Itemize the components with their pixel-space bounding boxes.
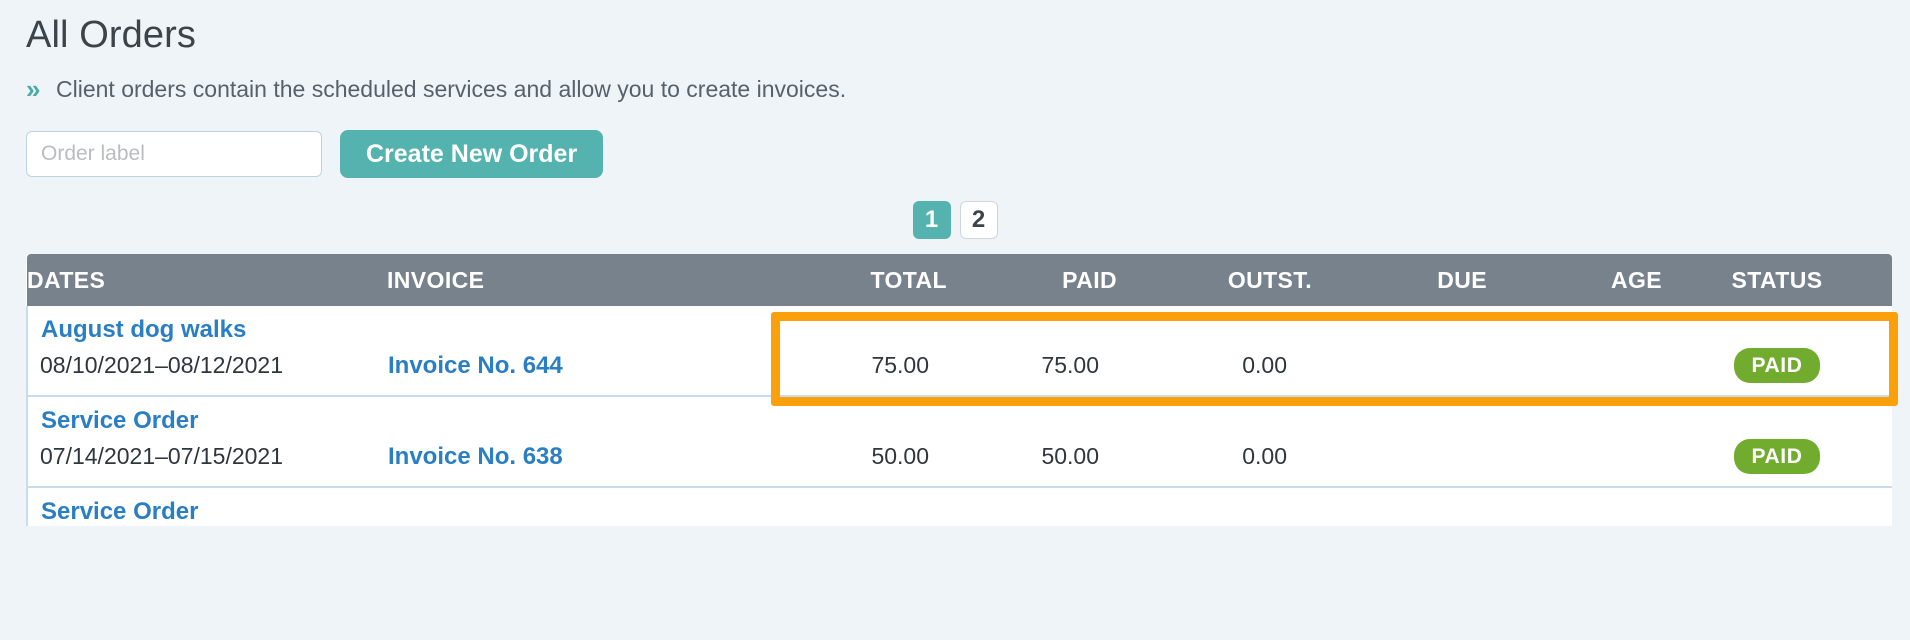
orders-table-body: August dog walks 08/10/2021–08/12/2021 I…	[26, 306, 1892, 526]
table-row-title: Service Order	[26, 396, 1892, 435]
orders-table-container: DATES INVOICE TOTAL PAID OUTST. DUE AGE …	[26, 254, 1898, 526]
cell-due	[1312, 344, 1487, 397]
pagination-page-2[interactable]: 2	[959, 201, 998, 239]
order-title-spacer	[777, 396, 1892, 435]
order-title-cell: August dog walks	[26, 306, 777, 344]
column-header-age[interactable]: AGE	[1487, 254, 1662, 306]
column-header-dates[interactable]: DATES	[27, 254, 387, 306]
table-header-row: DATES INVOICE TOTAL PAID OUTST. DUE AGE …	[27, 254, 1892, 306]
cell-age	[1487, 435, 1662, 488]
order-title-spacer	[777, 487, 1892, 526]
invoice-link[interactable]: Invoice No. 644	[388, 352, 563, 379]
all-orders-page: All Orders » Client orders contain the s…	[0, 0, 1910, 640]
page-subtitle: Client orders contain the scheduled serv…	[56, 76, 847, 102]
cell-age	[1487, 344, 1662, 397]
order-title-spacer	[777, 306, 1892, 344]
cell-paid: 50.00	[947, 435, 1117, 488]
cell-dates: 07/14/2021–07/15/2021	[26, 435, 387, 488]
pagination: 1 2	[26, 200, 1884, 240]
cell-total: 50.00	[777, 435, 947, 488]
cell-status: PAID	[1662, 344, 1892, 397]
cell-dates: 08/10/2021–08/12/2021	[26, 344, 387, 397]
column-header-status[interactable]: STATUS	[1662, 254, 1892, 306]
order-title-link[interactable]: Service Order	[29, 407, 198, 435]
cell-outst: 0.00	[1117, 435, 1312, 488]
subtitle-row: » Client orders contain the scheduled se…	[26, 74, 1884, 104]
orders-table-header: DATES INVOICE TOTAL PAID OUTST. DUE AGE …	[27, 254, 1892, 306]
table-row: 08/10/2021–08/12/2021 Invoice No. 644 75…	[26, 344, 1892, 397]
pagination-page-1[interactable]: 1	[912, 201, 951, 239]
cell-due	[1312, 435, 1487, 488]
double-chevron-right-icon: »	[26, 74, 40, 104]
invoice-link[interactable]: Invoice No. 638	[388, 443, 563, 470]
cell-invoice: Invoice No. 644	[387, 344, 777, 397]
create-order-form: Create New Order	[26, 130, 1884, 178]
table-row-title: August dog walks	[26, 306, 1892, 344]
order-label-input[interactable]	[26, 131, 322, 177]
column-header-total[interactable]: TOTAL	[777, 254, 947, 306]
create-new-order-button[interactable]: Create New Order	[340, 130, 604, 178]
table-row-title: Service Order	[26, 487, 1892, 526]
cell-status: PAID	[1662, 435, 1892, 488]
status-badge: PAID	[1734, 348, 1820, 383]
column-header-outst[interactable]: OUTST.	[1117, 254, 1312, 306]
column-header-paid[interactable]: PAID	[947, 254, 1117, 306]
orders-table: DATES INVOICE TOTAL PAID OUTST. DUE AGE …	[26, 254, 1892, 526]
page-title: All Orders	[26, 14, 196, 56]
table-row: 07/14/2021–07/15/2021 Invoice No. 638 50…	[26, 435, 1892, 488]
column-header-invoice[interactable]: INVOICE	[387, 254, 777, 306]
order-title-cell: Service Order	[26, 396, 777, 435]
cell-outst: 0.00	[1117, 344, 1312, 397]
status-badge: PAID	[1734, 439, 1820, 474]
order-title-link[interactable]: August dog walks	[29, 316, 246, 344]
cell-total: 75.00	[777, 344, 947, 397]
order-title-link[interactable]: Service Order	[29, 498, 198, 526]
column-header-due[interactable]: DUE	[1312, 254, 1487, 306]
cell-paid: 75.00	[947, 344, 1117, 397]
cell-invoice: Invoice No. 638	[387, 435, 777, 488]
order-title-cell: Service Order	[26, 487, 777, 526]
